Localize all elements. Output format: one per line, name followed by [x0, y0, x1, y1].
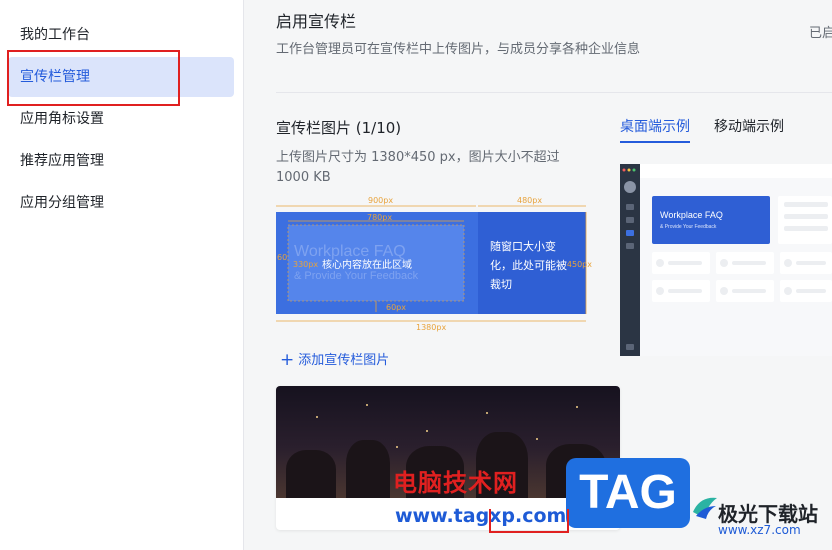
dim-60-left-label: 60 [277, 253, 287, 262]
mockup-banner-card [652, 196, 770, 244]
dim-1380-label: 1380px [416, 323, 446, 332]
plus-icon: + [280, 350, 295, 370]
watermark-tag-logo: TAG [566, 458, 690, 528]
resize-label-line1: 随窗口大小变 [490, 239, 556, 253]
resize-label-line2: 化，此处可能被 [490, 258, 567, 272]
watermark-site-url: www.xz7.com [718, 523, 801, 537]
mockup-avatar [624, 181, 636, 193]
dim-900-label: 900px [368, 196, 393, 205]
tab-desktop-example[interactable]: 桌面端示例 [620, 116, 690, 144]
highlight-annotation-box [7, 50, 180, 106]
sidebar-item-recommended-apps[interactable]: 推荐应用管理 [8, 141, 234, 181]
sidebar-item-app-groups[interactable]: 应用分组管理 [8, 183, 234, 223]
desktop-preview-mockup: Workplace FAQ & Provide Your Feedback [620, 164, 832, 356]
desktop-preview: Workplace FAQ & Provide Your Feedback [620, 164, 832, 356]
sidebar-item-label: 推荐应用管理 [20, 153, 104, 169]
banner-size-hint: 上传图片尺寸为 1380*450 px，图片大小不超过 1000 KB [276, 150, 560, 185]
sidebar-item-my-workbench[interactable]: 我的工作台 [8, 15, 234, 55]
divider [276, 92, 832, 93]
dim-330-label: 330px [293, 260, 318, 269]
add-banner-image-label: 添加宣传栏图片 [298, 353, 390, 368]
page-title: 启用宣传栏 [276, 12, 357, 31]
core-content-label: 核心内容放在此区域 [322, 258, 412, 271]
ghost-title: Workplace FAQ [294, 243, 406, 260]
main-content: 启用宣传栏 工作台管理员可在宣传栏中上传图片，与成员分享各种企业信息 已启 宣传… [244, 0, 832, 550]
banner-spec-diagram: Workplace FAQ & Provide Your Feedback 核心… [276, 196, 592, 332]
sidebar-item-label: 应用角标设置 [20, 111, 104, 127]
sidebar-item-label: 我的工作台 [20, 27, 90, 43]
page-description: 工作台管理员可在宣传栏中上传图片，与成员分享各种企业信息 [276, 42, 641, 57]
dim-480-label: 480px [517, 196, 542, 205]
active-tab-underline [620, 141, 690, 143]
enable-status[interactable]: 已启 [809, 22, 832, 41]
mockup-card-title: Workplace FAQ [660, 210, 723, 220]
ghost-subtitle: & Provide Your Feedback [294, 270, 419, 282]
highlight-annotation-underline [489, 509, 569, 533]
sidebar-item-label: 应用分组管理 [20, 195, 104, 211]
resize-label-line3: 裁切 [490, 278, 512, 291]
sidebar: 我的工作台 宣传栏管理 应用角标设置 推荐应用管理 应用分组管理 [0, 0, 244, 550]
mockup-card-subtitle: & Provide Your Feedback [660, 224, 717, 230]
aurora-logo-icon [693, 497, 717, 519]
dim-450-label: 450px [567, 260, 592, 269]
tab-mobile-example[interactable]: 移动端示例 [714, 116, 784, 144]
add-banner-image-button[interactable]: + 添加宣传栏图片 [280, 349, 389, 370]
dim-780-label: 780px [367, 213, 392, 222]
dim-60-bottom-label: 60px [386, 303, 406, 312]
watermark-text: 电脑技术网 [393, 469, 518, 497]
banner-section-title: 宣传栏图片 (1/10) [276, 119, 402, 137]
